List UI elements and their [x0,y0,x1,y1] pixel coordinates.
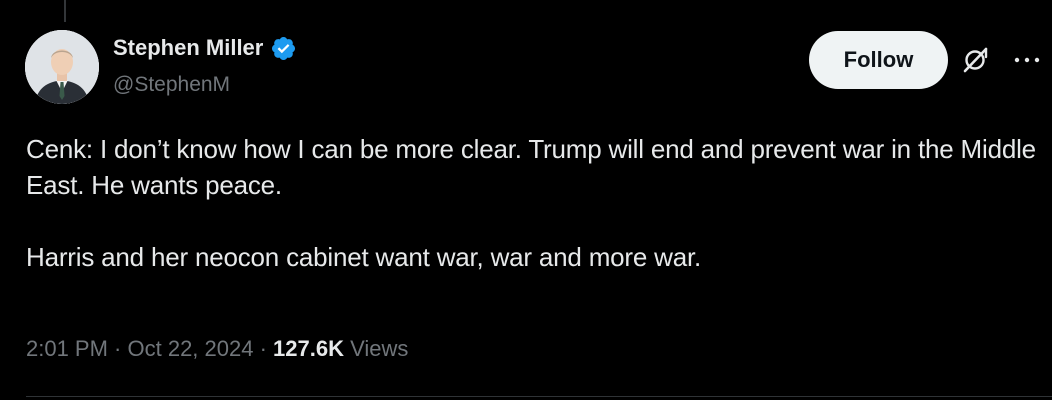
more-options-icon[interactable] [1012,50,1042,70]
author-display-name[interactable]: Stephen Miller [113,34,263,62]
tweet-time[interactable]: 2:01 PM [26,336,108,361]
views-count: 127.6K [273,336,344,361]
thread-connector-line [64,0,66,22]
author-name-row: Stephen Miller [113,34,297,62]
author-handle[interactable]: @StephenM [113,72,230,98]
avatar[interactable] [25,30,99,104]
tweet-date[interactable]: Oct 22, 2024 [128,336,254,361]
follow-button[interactable]: Follow [809,31,948,89]
verified-badge-icon[interactable] [270,35,297,62]
views-label: Views [344,336,409,361]
meta-separator: · [107,336,128,361]
tweet-metadata: 2:01 PM · Oct 22, 2024 · 127.6K Views [26,333,408,365]
avatar-photo [25,30,99,104]
tweet-text: Cenk: I don’t know how I can be more cle… [26,134,1036,272]
meta-separator: · [253,336,274,361]
grok-icon[interactable] [960,45,990,75]
divider [26,396,1052,397]
